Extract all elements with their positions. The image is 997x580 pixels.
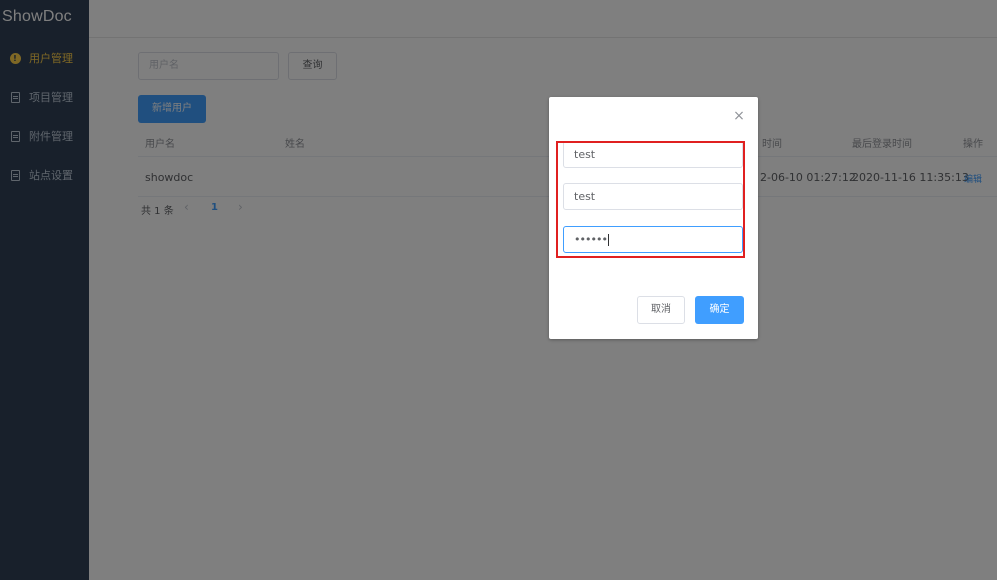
highlight-box [556, 141, 745, 258]
confirm-button[interactable]: 确定 [695, 296, 744, 324]
cancel-button[interactable]: 取消 [637, 296, 685, 324]
user-dialog: × test test •••••• 取消 确定 [549, 97, 758, 339]
close-icon[interactable]: × [732, 109, 746, 123]
modal-overlay[interactable] [0, 0, 997, 580]
